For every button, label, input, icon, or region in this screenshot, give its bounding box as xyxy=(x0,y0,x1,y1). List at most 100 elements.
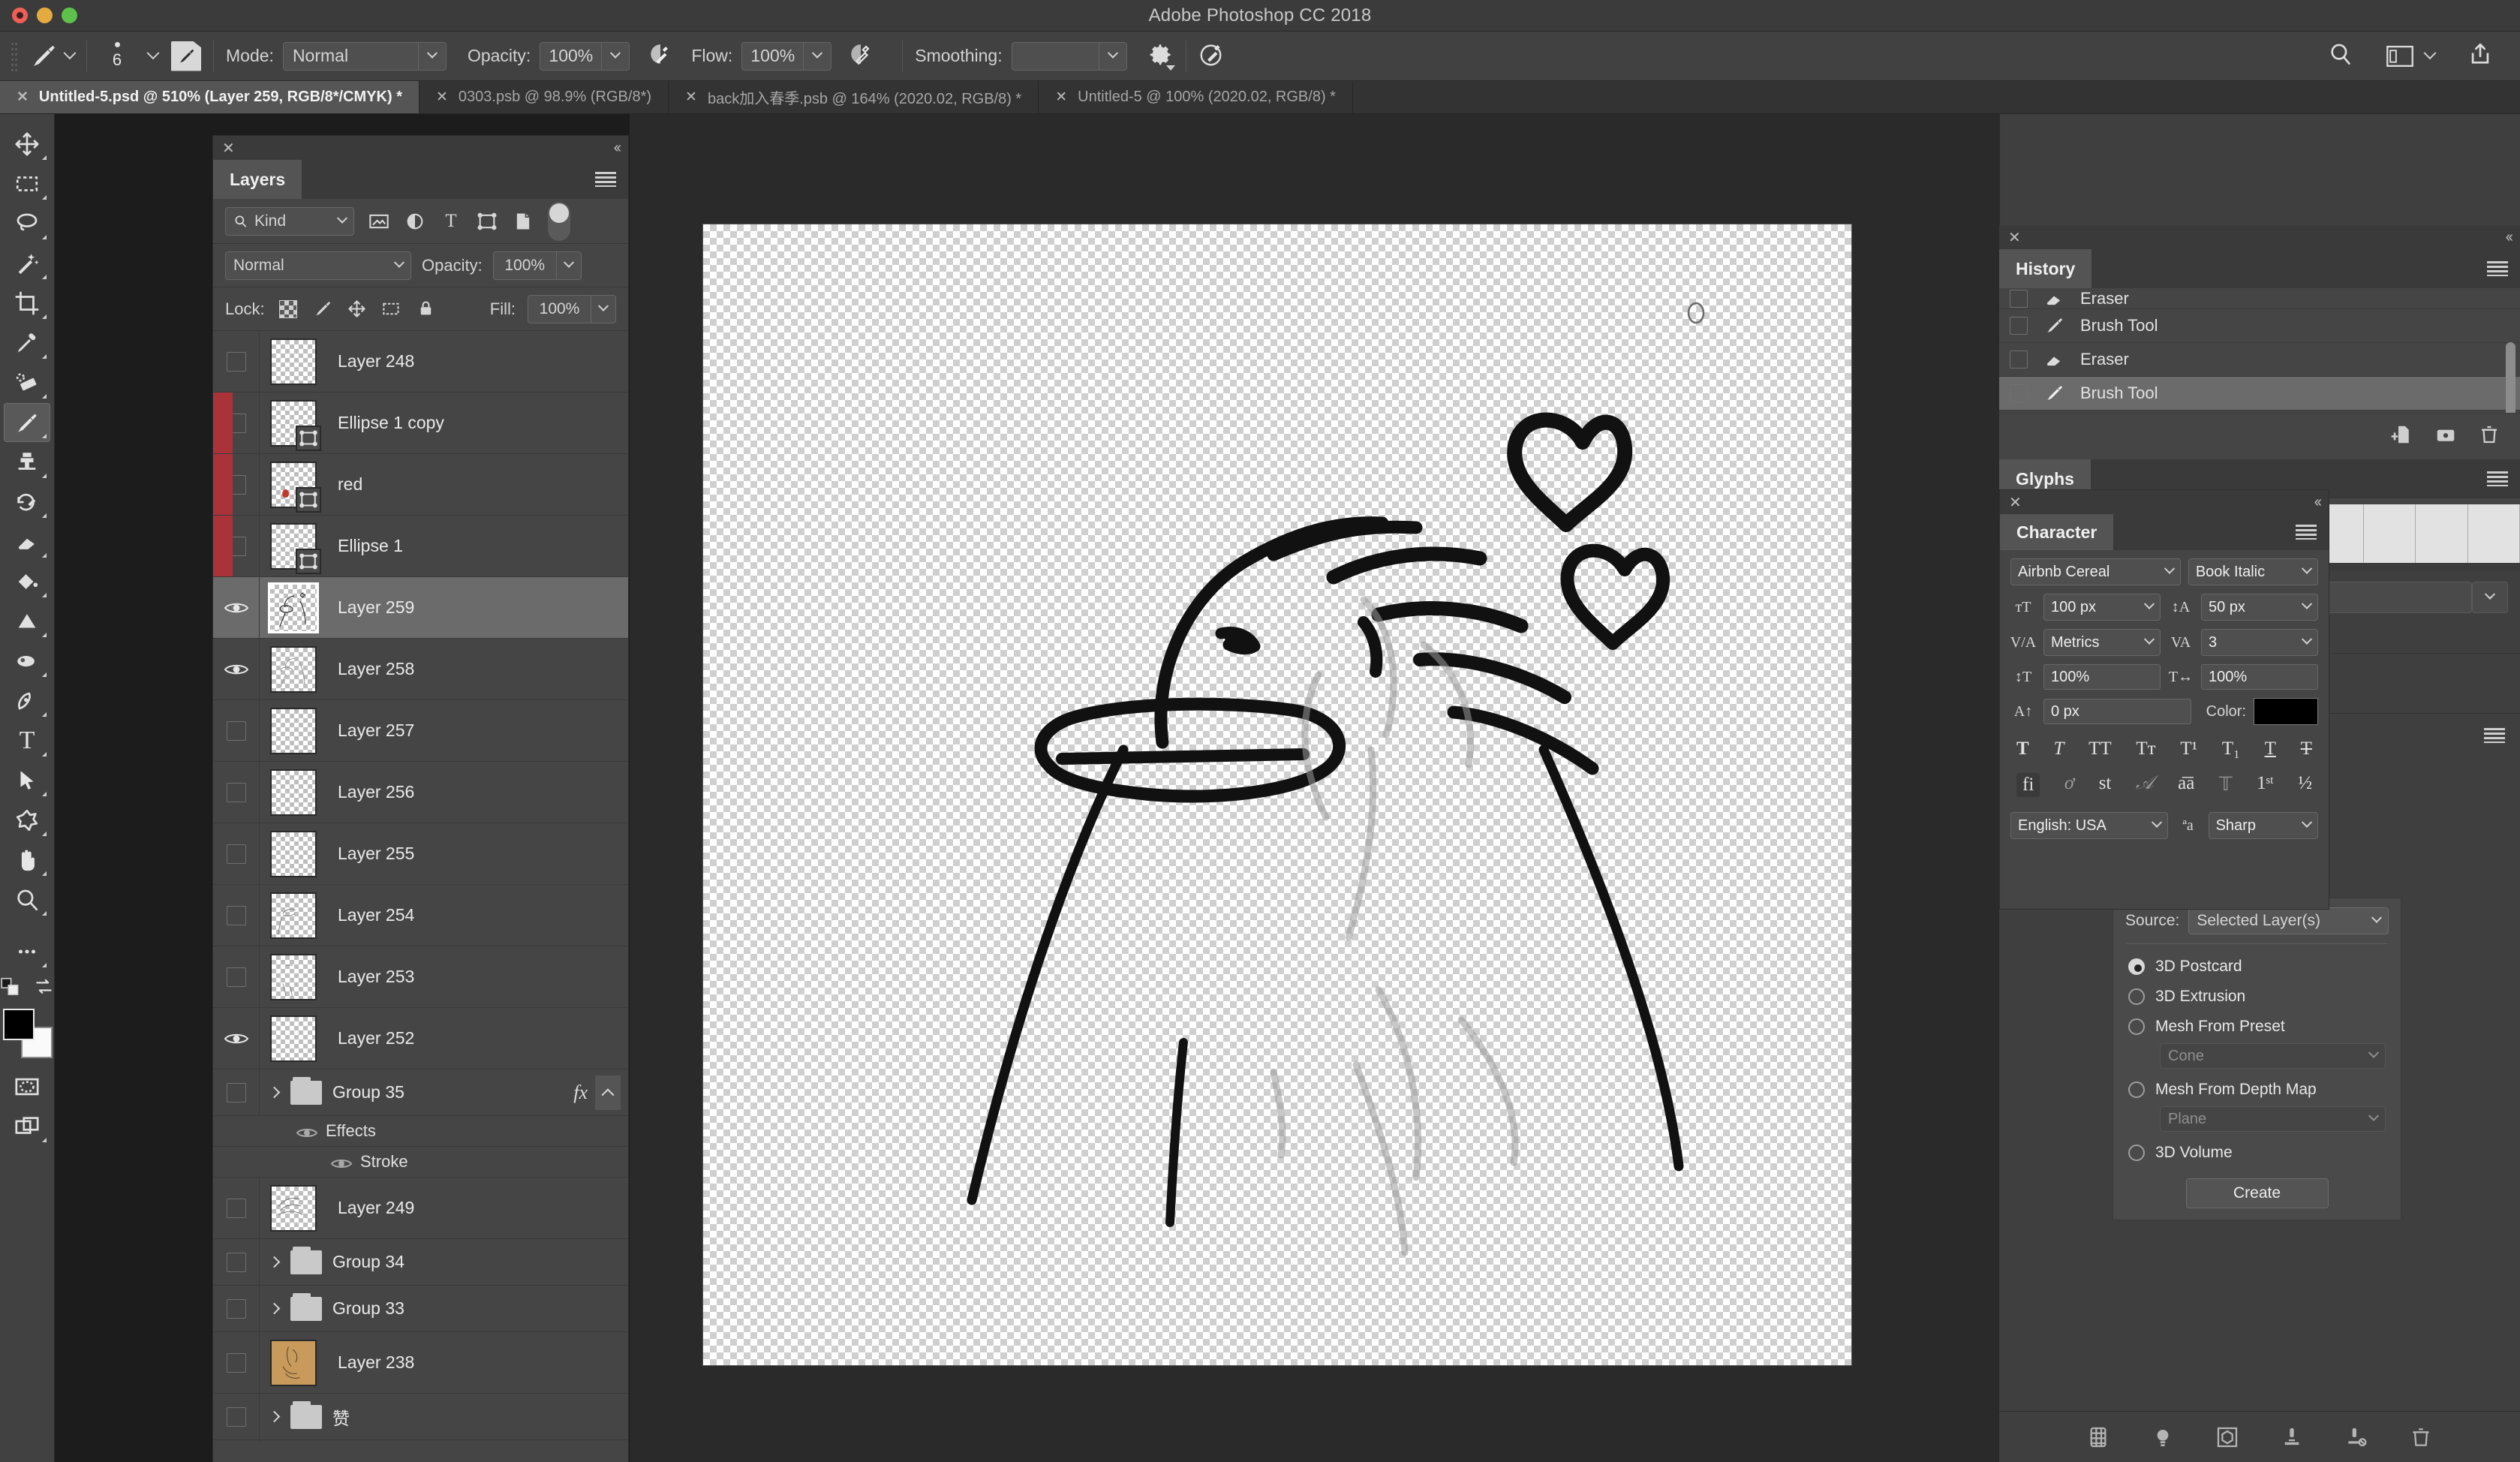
close-icon[interactable]: ✕ xyxy=(685,89,697,106)
close-icon[interactable]: ✕ xyxy=(222,139,235,158)
rectangular-marquee-tool[interactable] xyxy=(4,164,50,203)
layer-visibility-toggle[interactable] xyxy=(213,1069,260,1115)
font-family-select[interactable]: Airbnb Cereal xyxy=(2010,558,2181,585)
hand-tool[interactable] xyxy=(4,841,50,880)
lock-all-button[interactable] xyxy=(415,298,438,320)
layer-thumbnail[interactable] xyxy=(260,830,327,877)
source-select[interactable]: Selected Layer(s) xyxy=(2188,907,2389,934)
custom-shape-tool[interactable] xyxy=(4,801,50,840)
collapse-icon[interactable]: ‹‹ xyxy=(2506,229,2513,246)
leading-select[interactable]: 50 px xyxy=(2201,594,2318,621)
table-row[interactable]: Layer 255 xyxy=(213,823,628,885)
layer-visibility-toggle[interactable] xyxy=(213,823,260,884)
smoothing-input[interactable] xyxy=(1011,41,1127,71)
all-caps-button[interactable]: TT xyxy=(2088,739,2112,760)
layer-visibility-toggle[interactable] xyxy=(213,331,260,392)
table-row[interactable]: Layer 258 xyxy=(213,639,628,700)
layer-visibility-toggle[interactable] xyxy=(213,946,260,1007)
collapse-icon[interactable]: ‹‹ xyxy=(2314,494,2322,511)
history-brush-tool[interactable] xyxy=(4,483,50,522)
filter-type-layers-button[interactable]: T xyxy=(440,210,462,233)
history-scrollbar[interactable] xyxy=(2506,342,2515,413)
table-row[interactable]: Layer 232 xyxy=(213,1440,628,1442)
layer-effects-icon[interactable]: fx xyxy=(573,1081,588,1104)
filter-pixel-layers-button[interactable] xyxy=(368,210,390,233)
table-row[interactable]: Ellipse 1 copy xyxy=(213,393,628,454)
brush-panel-toggle[interactable] xyxy=(171,41,201,71)
tracking-select[interactable]: 3 xyxy=(2201,629,2318,656)
new-snapshot-icon[interactable] xyxy=(2434,423,2457,446)
filter-shape-layers-button[interactable] xyxy=(476,210,498,233)
character-panel-menu-button[interactable] xyxy=(2296,514,2329,550)
edit-toolbar-button[interactable] xyxy=(4,932,50,971)
create-button[interactable]: Create xyxy=(2185,1178,2329,1208)
faux-italic-button[interactable]: T xyxy=(2053,739,2064,760)
delete-icon[interactable] xyxy=(2478,423,2500,446)
horizontal-scale-input[interactable]: 100% xyxy=(2201,664,2318,690)
new-document-from-state-icon[interactable] xyxy=(2391,423,2413,446)
layer-visibility-toggle[interactable] xyxy=(213,1332,260,1393)
discretionary-ligatures-button[interactable]: st xyxy=(2099,773,2112,797)
dodge-tool[interactable] xyxy=(4,642,50,681)
table-row[interactable]: Layer 252 xyxy=(213,1008,628,1069)
layer-thumbnail[interactable] xyxy=(260,399,327,451)
brush-tool[interactable] xyxy=(4,403,50,442)
delete-icon[interactable] xyxy=(2409,1425,2433,1449)
layer-visibility-toggle[interactable] xyxy=(213,1239,260,1285)
quick-mask-button[interactable] xyxy=(4,1067,50,1106)
filter-adjustment-layers-button[interactable] xyxy=(404,210,426,233)
antialias-select[interactable]: Sharp xyxy=(2208,812,2318,839)
layers-panel-menu-button[interactable] xyxy=(595,160,628,199)
brush-size-chevron-icon[interactable] xyxy=(146,46,160,59)
table-row[interactable]: Layer 257 xyxy=(213,700,628,762)
layer-thumbnail[interactable] xyxy=(260,461,327,513)
option-mesh-from-depth-map[interactable]: Mesh From Depth Map xyxy=(2113,1075,2401,1105)
glyph-cell[interactable] xyxy=(2467,504,2520,563)
option-3d-extrusion[interactable]: 3D Extrusion xyxy=(2113,982,2401,1012)
table-row[interactable]: Group 34 xyxy=(213,1239,628,1286)
list-item[interactable]: Brush Tool xyxy=(1999,309,2520,343)
group-expand-toggle[interactable] xyxy=(260,1076,322,1105)
quick-selection-tool[interactable] xyxy=(4,244,50,283)
fractions-button[interactable]: ½ xyxy=(2298,773,2312,797)
type-tool[interactable]: T xyxy=(4,721,50,760)
lock-transparent-pixels-button[interactable] xyxy=(277,298,299,320)
artboard[interactable] xyxy=(703,224,1851,1365)
lasso-tool[interactable] xyxy=(4,204,50,243)
layer-visibility-toggle[interactable] xyxy=(213,639,260,699)
strikethrough-button[interactable]: T xyxy=(2301,739,2312,760)
close-icon[interactable]: ✕ xyxy=(17,89,29,106)
table-row[interactable]: Layer 248 xyxy=(213,331,628,393)
lock-artboard-nesting-button[interactable] xyxy=(380,298,403,320)
layer-list[interactable]: Layer 248 Ellipse 1 copy red Ellipse 1 L… xyxy=(213,331,628,1442)
layer-visibility-toggle[interactable] xyxy=(213,1440,260,1442)
pressure-opacity-toggle[interactable] xyxy=(648,41,673,71)
close-icon[interactable]: ✕ xyxy=(1055,89,1067,106)
layer-visibility-toggle[interactable] xyxy=(213,885,260,946)
layer-thumbnail[interactable] xyxy=(260,1015,327,1062)
glyph-cell[interactable] xyxy=(2416,504,2468,563)
list-item[interactable]: Eraser xyxy=(1999,288,2520,309)
collapse-icon[interactable]: ‹‹ xyxy=(614,140,621,157)
lock-position-button[interactable] xyxy=(346,298,368,320)
table-row[interactable]: red xyxy=(213,454,628,516)
layer-thumbnail[interactable] xyxy=(260,522,327,574)
list-item[interactable]: Stroke xyxy=(213,1147,628,1178)
layer-thumbnail[interactable] xyxy=(260,584,327,631)
table-row[interactable]: 赞 xyxy=(213,1394,628,1440)
group-expand-toggle[interactable] xyxy=(260,1292,322,1321)
option-3d-volume[interactable]: 3D Volume xyxy=(2113,1138,2401,1168)
layer-visibility-toggle[interactable] xyxy=(213,1178,260,1238)
layer-opacity-input[interactable]: 100% xyxy=(492,251,582,280)
table-row[interactable]: Group 33 xyxy=(213,1286,628,1332)
layer-visibility-toggle[interactable] xyxy=(213,1394,260,1439)
tab-character[interactable]: Character xyxy=(2000,514,2114,550)
color-swatches[interactable] xyxy=(3,1009,53,1058)
group-expand-toggle[interactable] xyxy=(260,1246,322,1274)
spot-healing-brush-tool[interactable] xyxy=(4,363,50,402)
subscript-button[interactable]: T₁ xyxy=(2222,739,2240,760)
layer-blend-mode-select[interactable]: Normal xyxy=(225,251,411,280)
list-item[interactable]: Brush Tool xyxy=(1999,377,2520,411)
3d-object-icon[interactable] xyxy=(2215,1425,2239,1449)
gradient-tool[interactable] xyxy=(4,562,50,601)
